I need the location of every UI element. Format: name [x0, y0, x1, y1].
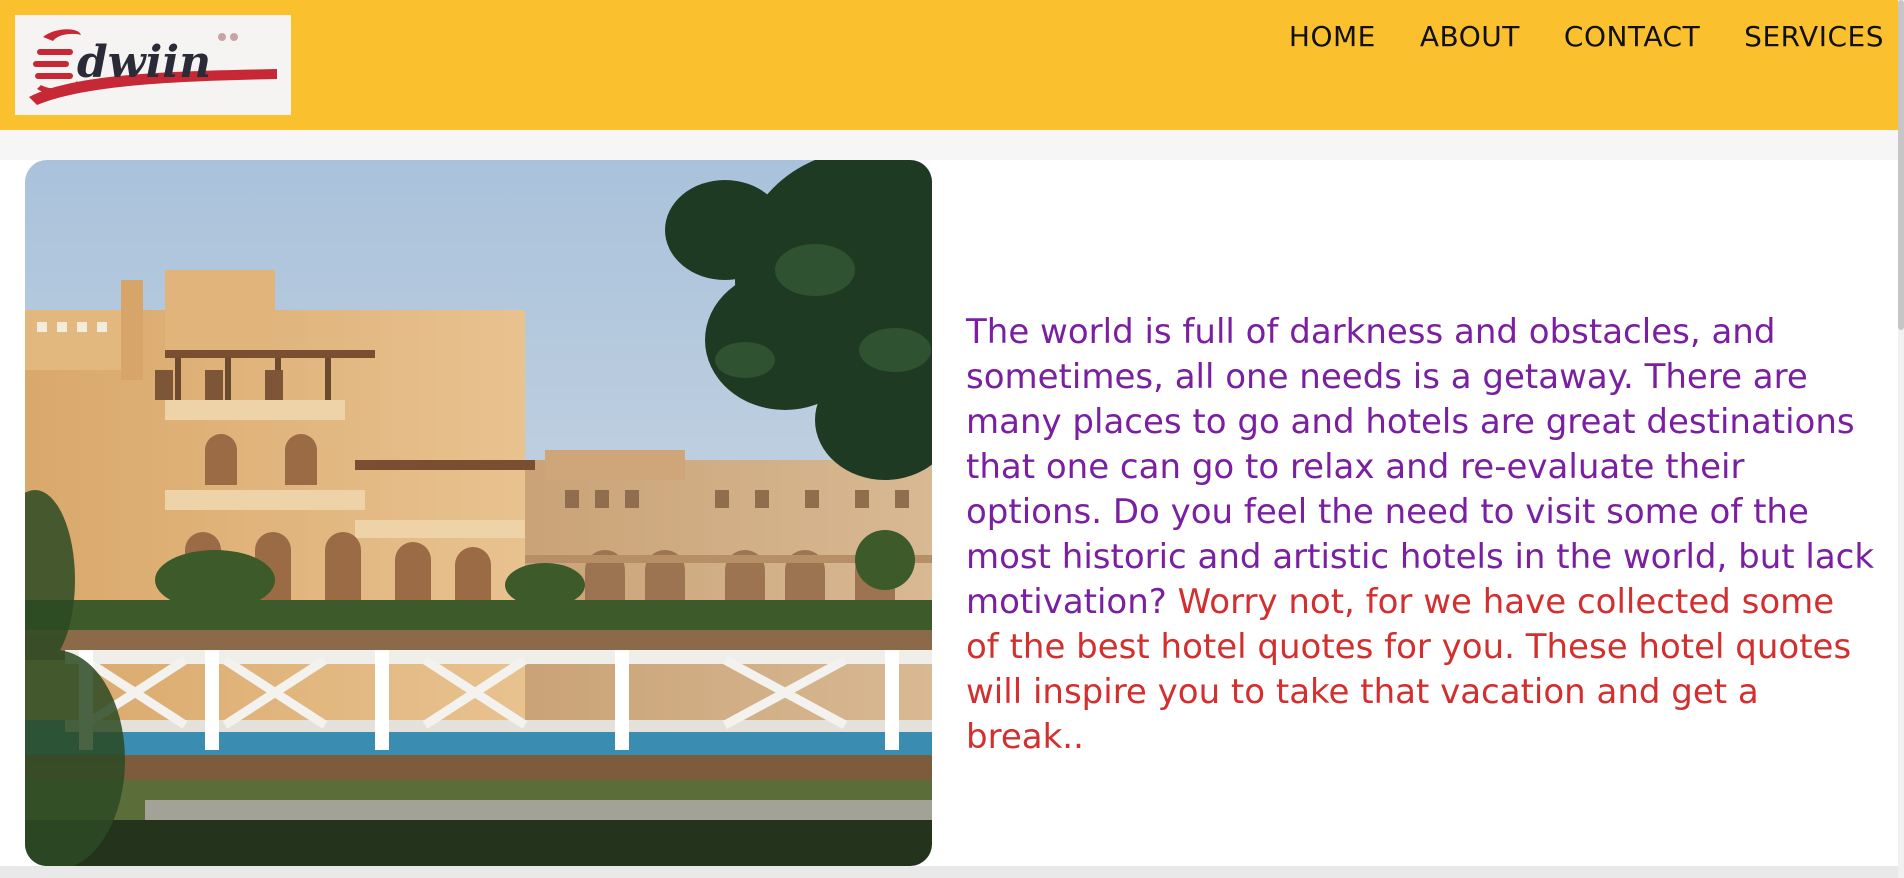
site-header: dwiin HOME ABOUT CONTACT SERVICES — [0, 0, 1898, 130]
page-scrollbar[interactable] — [1898, 0, 1904, 878]
hotel-image-icon — [25, 160, 932, 866]
logo[interactable]: dwiin — [15, 15, 291, 115]
intro-paragraph: The world is full of darkness and obstac… — [966, 310, 1876, 760]
nav-services-link[interactable]: SERVICES — [1744, 20, 1884, 54]
svg-text:dwiin: dwiin — [77, 37, 211, 88]
nav-about-link[interactable]: ABOUT — [1420, 20, 1520, 54]
hotel-photo — [25, 160, 932, 866]
header-spacer — [0, 130, 1898, 160]
scrollbar-thumb[interactable] — [1898, 0, 1904, 330]
main-nav: HOME ABOUT CONTACT SERVICES — [1289, 20, 1884, 54]
nav-home-link[interactable]: HOME — [1289, 20, 1376, 54]
main-content: The world is full of darkness and obstac… — [0, 160, 1898, 866]
intro-text-purple: The world is full of darkness and obstac… — [966, 312, 1875, 622]
edwiin-logo-icon: dwiin — [29, 29, 277, 105]
nav-contact-link[interactable]: CONTACT — [1564, 20, 1700, 54]
